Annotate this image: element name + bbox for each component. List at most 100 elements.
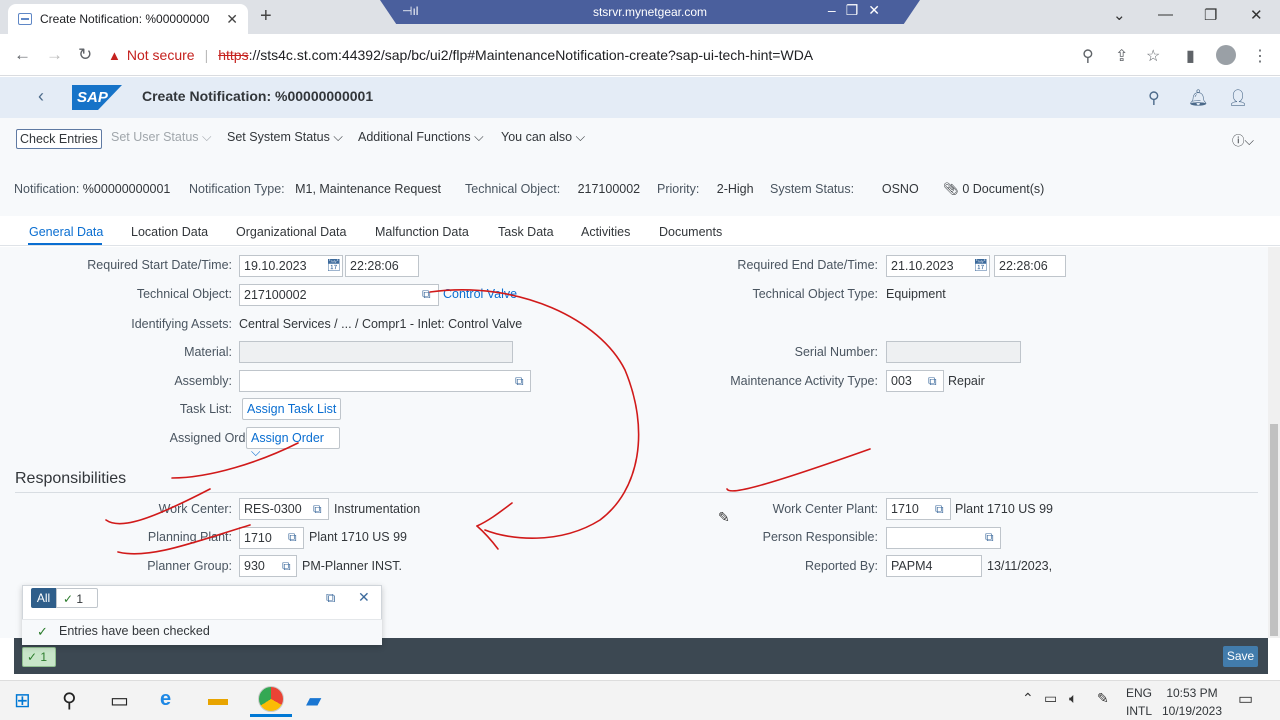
tab-documents[interactable]: Documents bbox=[659, 225, 722, 239]
zoom-icon[interactable]: ⚲ bbox=[1082, 46, 1094, 66]
material-input bbox=[239, 341, 513, 363]
pen-icon[interactable]: ✎ bbox=[1097, 690, 1109, 707]
bell-icon[interactable]: 🔔︎ bbox=[1188, 88, 1208, 108]
security-label: Not secure bbox=[126, 47, 195, 63]
reported-by-input[interactable]: PAPM4 bbox=[886, 555, 982, 577]
req-start-time-input[interactable]: 22:28:06 bbox=[345, 255, 419, 277]
tech-obj-description-link[interactable]: Control Valve bbox=[443, 287, 517, 301]
set-user-status-menu[interactable]: Set User Status ⌵ bbox=[111, 130, 212, 145]
type-label: Notification Type: bbox=[189, 182, 285, 196]
page-title: Create Notification: %00000000001 bbox=[142, 88, 374, 104]
additional-functions-menu[interactable]: Additional Functions ⌵ bbox=[358, 130, 484, 145]
filter-success-button[interactable]: ✓ 1 bbox=[56, 588, 98, 608]
value-help-icon[interactable]: ⧉ bbox=[313, 502, 322, 517]
assign-order-button[interactable]: Assign Order ⌵ bbox=[246, 427, 340, 459]
lang-bottom: INTL bbox=[1126, 704, 1153, 718]
value-help-icon[interactable]: ⧉ bbox=[515, 374, 524, 389]
wc-plant-description: Plant 1710 US 99 bbox=[955, 502, 1053, 516]
tab-malfunction-data[interactable]: Malfunction Data bbox=[375, 225, 469, 239]
message-indicator-button[interactable]: ✓ 1 bbox=[22, 647, 56, 667]
assign-order-label: Assign Order bbox=[251, 431, 324, 445]
remote-window-controls[interactable]: –❐✕ bbox=[828, 2, 890, 19]
tech-obj-input[interactable]: 217100002 bbox=[239, 284, 439, 306]
chevron-down-icon[interactable]: ⌄ bbox=[1113, 6, 1126, 24]
menu-icon[interactable]: ⋮ bbox=[1252, 46, 1268, 66]
user-icon[interactable]: 👤︎ bbox=[1228, 88, 1248, 108]
value-help-icon[interactable]: ⧉ bbox=[282, 559, 291, 574]
value-help-icon[interactable]: ⧉ bbox=[288, 530, 297, 545]
value-help-icon[interactable]: ⧉ bbox=[928, 374, 937, 389]
set-user-status-label: Set User Status bbox=[111, 130, 199, 144]
search-icon[interactable]: ⚲ bbox=[1148, 88, 1160, 108]
language-indicator[interactable]: ENG INTL bbox=[1126, 684, 1152, 720]
close-icon[interactable]: ✕ bbox=[358, 589, 370, 606]
close-tab-icon[interactable]: ✕ bbox=[226, 11, 238, 28]
share-icon[interactable]: ⇪ bbox=[1115, 46, 1128, 66]
volume-icon[interactable]: 🔈︎ bbox=[1069, 690, 1077, 707]
message-indicator-count: 1 bbox=[40, 650, 48, 664]
you-can-also-menu[interactable]: You can also ⌵ bbox=[501, 130, 585, 145]
save-button[interactable]: Save bbox=[1223, 646, 1258, 667]
value-help-icon[interactable]: ⧉ bbox=[935, 502, 944, 517]
work-center-value: RES-0300 bbox=[244, 502, 302, 516]
tab-organizational-data[interactable]: Organizational Data bbox=[236, 225, 346, 239]
set-system-status-menu[interactable]: Set System Status ⌵ bbox=[227, 130, 343, 145]
file-explorer-icon[interactable]: ▬ bbox=[208, 688, 228, 711]
open-external-icon[interactable]: ⧉ bbox=[326, 590, 335, 606]
message-text: Entries have been checked bbox=[59, 624, 210, 638]
forward-icon[interactable]: → bbox=[46, 45, 63, 65]
search-icon[interactable]: ⚲ bbox=[62, 688, 77, 713]
you-can-also-label: You can also bbox=[501, 130, 573, 144]
new-tab-icon[interactable]: + bbox=[260, 6, 280, 26]
documents-link[interactable]: 📎︎ 0 Document(s) bbox=[943, 182, 1044, 197]
type-value: M1, Maintenance Request bbox=[295, 182, 441, 196]
req-end-time-input[interactable]: 22:28:06 bbox=[994, 255, 1066, 277]
close-window-icon[interactable]: ✕ bbox=[1250, 6, 1263, 24]
clock-time: 10:53 PM bbox=[1166, 686, 1218, 700]
assign-task-list-button[interactable]: Assign Task List bbox=[242, 398, 342, 420]
ident-assets-value: Central Services / ... / Compr1 - Inlet:… bbox=[239, 317, 523, 331]
minimize-icon[interactable]: — bbox=[1158, 6, 1173, 23]
tab-task-data[interactable]: Task Data bbox=[498, 225, 554, 239]
mat-type-value: 003 bbox=[891, 374, 912, 388]
sidebar-icon[interactable]: ▮ bbox=[1186, 46, 1195, 66]
value-help-icon[interactable]: ⧉ bbox=[985, 530, 994, 545]
check-entries-button[interactable]: Check Entries bbox=[16, 129, 102, 149]
restore-icon[interactable]: ❐ bbox=[1204, 6, 1217, 24]
back-chevron-icon[interactable]: ‹ bbox=[38, 86, 44, 107]
tab-location-data[interactable]: Location Data bbox=[131, 225, 208, 239]
check-circle-icon: ✓ bbox=[27, 650, 38, 664]
value-help-icon[interactable]: ⧉ bbox=[422, 287, 431, 302]
req-end-time-value: 22:28:06 bbox=[999, 259, 1048, 273]
person-resp-input[interactable] bbox=[886, 527, 1001, 549]
reload-icon[interactable]: ↻ bbox=[78, 45, 92, 65]
tab-general-data[interactable]: General Data bbox=[29, 225, 103, 239]
help-icon[interactable]: ⓘ⌵ bbox=[1232, 130, 1254, 149]
star-icon[interactable]: ☆ bbox=[1146, 46, 1160, 66]
active-tab-indicator bbox=[28, 243, 102, 245]
req-start-date-value: 19.10.2023 bbox=[244, 259, 307, 273]
calendar-icon[interactable]: 📅︎ bbox=[973, 258, 988, 272]
browser-tab[interactable]: Create Notification: %00000000001 ✕ bbox=[8, 4, 248, 34]
chevron-down-icon: ⌵ bbox=[575, 130, 586, 144]
tray-chevron-icon[interactable]: ⌃ bbox=[1022, 690, 1034, 707]
tech-obj-type-value: Equipment bbox=[886, 287, 946, 301]
calendar-icon[interactable]: 📅︎ bbox=[326, 258, 341, 272]
scrollbar-thumb[interactable] bbox=[1270, 424, 1278, 636]
network-icon[interactable]: ▭ bbox=[1044, 690, 1057, 707]
task-view-icon[interactable]: ▭ bbox=[110, 688, 129, 713]
req-end-label: Required End Date/Time: bbox=[737, 258, 878, 272]
profile-avatar[interactable] bbox=[1216, 45, 1236, 65]
priority-value: 2-High bbox=[716, 182, 754, 196]
back-icon[interactable]: ← bbox=[14, 45, 31, 65]
notifications-icon[interactable]: ▭ bbox=[1238, 689, 1253, 709]
filter-all-button[interactable]: All bbox=[31, 588, 56, 608]
address-bar[interactable]: ▲ Not secure | https://sts4c.st.com:4439… bbox=[108, 41, 1108, 69]
chrome-icon[interactable] bbox=[258, 686, 284, 712]
clock[interactable]: 10:53 PM 10/19/2023 bbox=[1160, 684, 1224, 720]
assembly-input[interactable] bbox=[239, 370, 531, 392]
tab-activities[interactable]: Activities bbox=[581, 225, 630, 239]
remote-desktop-icon[interactable]: ▰ bbox=[306, 688, 321, 713]
internet-explorer-icon[interactable]: e bbox=[160, 688, 171, 711]
windows-start-icon[interactable]: ⊞ bbox=[14, 688, 31, 713]
